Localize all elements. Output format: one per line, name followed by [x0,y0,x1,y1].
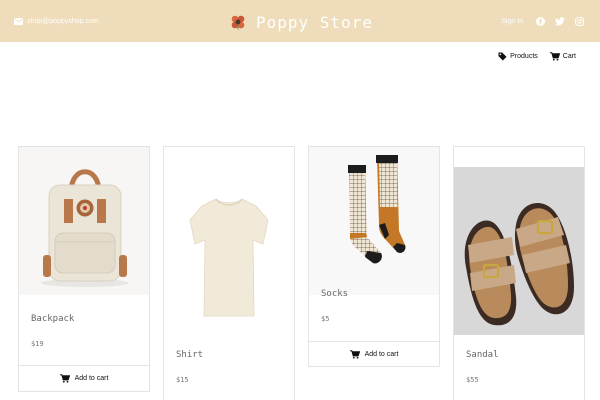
facebook-icon[interactable] [536,16,545,26]
main-nav: Products Cart [498,49,576,63]
cart-icon [59,373,70,383]
product-title[interactable]: Sandal [466,350,584,360]
sign-in-link[interactable]: Sign In [501,18,523,25]
add-to-cart-button[interactable]: Add to cart [309,341,439,366]
product-card-sandal[interactable]: Sandal $55 [453,146,585,400]
brand[interactable]: Poppy Store [230,10,373,34]
products-link[interactable]: Products [498,51,538,61]
add-to-cart-button[interactable]: Add to cart [19,365,149,390]
cart-icon [549,51,560,61]
twitter-icon[interactable] [555,16,565,26]
product-card-shirt[interactable]: Shirt $15 [163,146,295,400]
envelope-icon [14,17,23,25]
brand-name: Poppy Store [256,12,373,32]
cart-label: Cart [562,52,576,60]
product-price: $19 [31,340,44,348]
product-card-socks[interactable]: Socks $5 Add to cart [308,146,440,367]
header-actions: Sign In [501,13,584,29]
backpack-image [19,147,149,295]
cart-icon [349,349,360,359]
product-price: $15 [176,376,189,384]
add-to-cart-label: Add to cart [364,350,399,358]
product-title[interactable]: Shirt [176,350,294,360]
poppy-logo-icon [231,15,245,30]
socks-image [309,147,439,295]
tag-icon [498,51,507,61]
contact-email[interactable]: shop@poppyshop.com [14,15,99,27]
sandal-image [454,167,584,335]
top-bar: shop@poppyshop.com Poppy Store Sign In [0,0,600,42]
instagram-icon[interactable] [575,16,584,26]
cart-link[interactable]: Cart [549,51,576,61]
product-price: $55 [466,376,479,384]
product-title[interactable]: Backpack [31,314,149,324]
product-card-backpack[interactable]: Backpack $19 Add to cart [18,146,150,392]
add-to-cart-label: Add to cart [74,374,109,382]
shirt-image [164,166,294,333]
contact-email-text: shop@poppyshop.com [27,17,99,25]
product-price: $5 [321,315,330,323]
products-label: Products [510,52,538,60]
